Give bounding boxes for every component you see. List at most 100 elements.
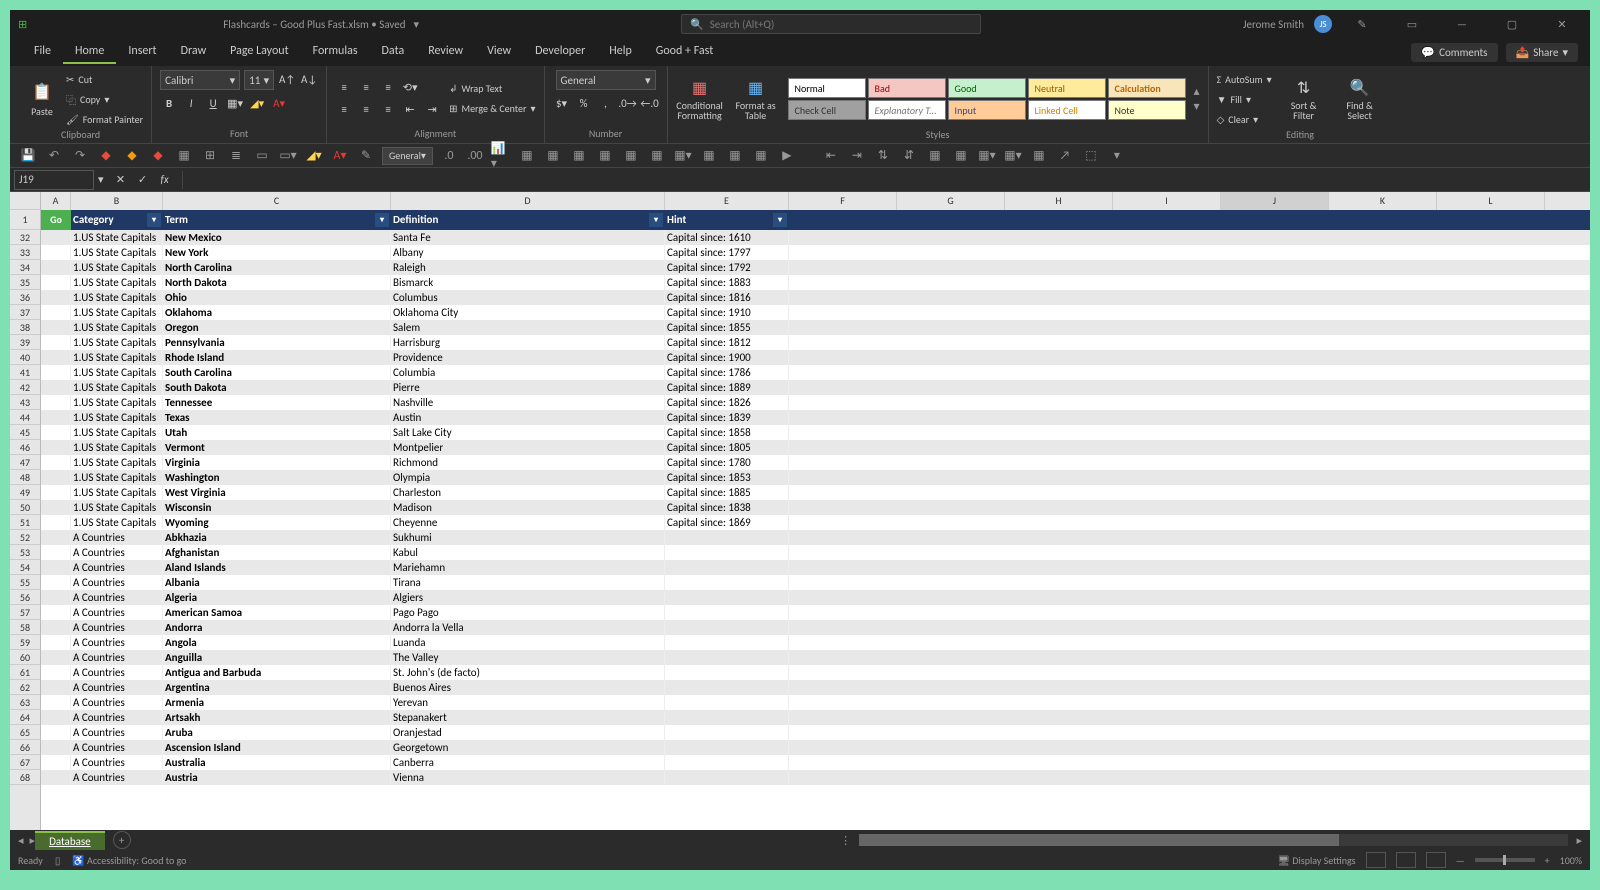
qat-icon[interactable]: ⇤ [821,146,841,166]
cell-term[interactable]: Afghanistan [163,545,391,560]
row-header[interactable]: 68 [10,770,40,785]
cell-definition[interactable]: Pierre [391,380,665,395]
table-row[interactable]: A CountriesAland IslandsMariehamn [41,560,1590,575]
tab-developer[interactable]: Developer [523,40,597,64]
style-check-cell[interactable]: Check Cell [788,100,866,120]
cell-category[interactable]: A Countries [71,770,163,785]
cell[interactable] [41,500,71,515]
tab-review[interactable]: Review [416,40,475,64]
go-button[interactable]: Go [41,210,71,230]
table-row[interactable]: 1.US State CapitalsWyomingCheyenneCapita… [41,515,1590,530]
filter-icon[interactable]: ▾ [147,213,161,227]
cell-hint[interactable]: Capital since: 1869 [665,515,789,530]
maximize-button[interactable]: ▢ [1492,10,1532,38]
column-header-G[interactable]: G [897,192,1005,210]
save-icon[interactable]: 💾 [18,146,38,166]
fx-icon[interactable]: fx [156,171,174,189]
sheet-prev-icon[interactable]: ◂ [18,834,24,847]
cell-definition[interactable]: Kabul [391,545,665,560]
cell-definition[interactable]: Buenos Aires [391,680,665,695]
cell[interactable] [41,365,71,380]
page-layout-view-button[interactable] [1396,852,1416,868]
font-size-select[interactable]: 11▾ [244,70,274,90]
style-normal[interactable]: Normal [788,78,866,98]
cell[interactable] [41,575,71,590]
style-explanatory[interactable]: Explanatory T... [868,100,946,120]
table-row[interactable]: A CountriesArmeniaYerevan [41,695,1590,710]
cell-hint[interactable] [665,530,789,545]
table-row[interactable]: 1.US State CapitalsOhioColumbusCapital s… [41,290,1590,305]
column-header-J[interactable]: J [1221,192,1329,210]
filter-icon[interactable]: ▾ [375,213,389,227]
row-header[interactable]: 36 [10,290,40,305]
cell-hint[interactable]: Capital since: 1889 [665,380,789,395]
cell[interactable] [41,230,71,245]
qat-icon[interactable]: ↗ [1055,146,1075,166]
cell[interactable] [41,620,71,635]
qat-icon[interactable]: ▦ [647,146,667,166]
cell-category[interactable]: 1.US State Capitals [71,425,163,440]
cell-category[interactable]: 1.US State Capitals [71,335,163,350]
cell-term[interactable]: Washington [163,470,391,485]
name-box[interactable]: J19 [14,170,94,190]
share-button[interactable]: 📤 Share ▾ [1506,43,1579,62]
cell-term[interactable]: Wisconsin [163,500,391,515]
column-header-category[interactable]: Category▾ [71,210,163,230]
cell-category[interactable]: 1.US State Capitals [71,380,163,395]
cell-hint[interactable] [665,770,789,785]
row-header[interactable]: 50 [10,500,40,515]
cell-definition[interactable]: Salem [391,320,665,335]
cell-category[interactable]: 1.US State Capitals [71,320,163,335]
cell-category[interactable]: A Countries [71,590,163,605]
sort-filter-button[interactable]: ⇅Sort & Filter [1280,70,1328,128]
row-header[interactable]: 41 [10,365,40,380]
cell-category[interactable]: 1.US State Capitals [71,440,163,455]
italic-button[interactable]: I [182,94,200,112]
qat-icon[interactable]: ▦▾ [673,146,693,166]
split-handle[interactable]: ⋮ [840,834,851,847]
qat-icon[interactable]: ▭ [252,146,272,166]
cell[interactable] [41,755,71,770]
cell-category[interactable]: 1.US State Capitals [71,245,163,260]
enter-formula-icon[interactable]: ✓ [134,171,152,189]
cell-category[interactable]: A Countries [71,665,163,680]
cell-category[interactable]: 1.US State Capitals [71,500,163,515]
percent-button[interactable]: % [575,94,593,112]
row-header[interactable]: 59 [10,635,40,650]
cell[interactable] [41,560,71,575]
cell-category[interactable]: 1.US State Capitals [71,350,163,365]
qat-more[interactable]: ▾ [1107,146,1127,166]
row-header[interactable]: 32 [10,230,40,245]
tab-insert[interactable]: Insert [116,40,168,64]
cell[interactable] [41,395,71,410]
table-row[interactable]: A CountriesAndorraAndorra la Vella [41,620,1590,635]
style-bad[interactable]: Bad [868,78,946,98]
ribbon-mode-icon[interactable]: ▭ [1392,10,1432,38]
merge-button[interactable]: ⊞ Merge & Center ▾ [449,100,535,118]
style-linked-cell[interactable]: Linked Cell [1028,100,1106,120]
cell-hint[interactable]: Capital since: 1858 [665,425,789,440]
cell-definition[interactable]: Harrisburg [391,335,665,350]
align-left-button[interactable]: ≡ [335,101,353,119]
cell[interactable] [41,245,71,260]
table-row[interactable]: A CountriesAbkhaziaSukhumi [41,530,1590,545]
column-header-I[interactable]: I [1113,192,1221,210]
table-row[interactable]: 1.US State CapitalsSouth CarolinaColumbi… [41,365,1590,380]
qat-icon[interactable]: ▦ [725,146,745,166]
qat-icon[interactable]: ▦ [925,146,945,166]
cell-term[interactable]: Artsakh [163,710,391,725]
cell-term[interactable]: Rhode Island [163,350,391,365]
cell-category[interactable]: 1.US State Capitals [71,275,163,290]
cell-term[interactable]: Anguilla [163,650,391,665]
cell[interactable] [41,425,71,440]
currency-button[interactable]: $▾ [553,94,571,112]
tab-formulas[interactable]: Formulas [301,40,370,64]
cell-category[interactable]: A Countries [71,710,163,725]
qat-icon[interactable]: A▾ [330,146,350,166]
cell[interactable] [41,695,71,710]
cell-definition[interactable]: Canberra [391,755,665,770]
cell-definition[interactable]: Nashville [391,395,665,410]
tab-view[interactable]: View [475,40,523,64]
column-header-M[interactable]: M [1545,192,1590,210]
row-header[interactable]: 67 [10,755,40,770]
